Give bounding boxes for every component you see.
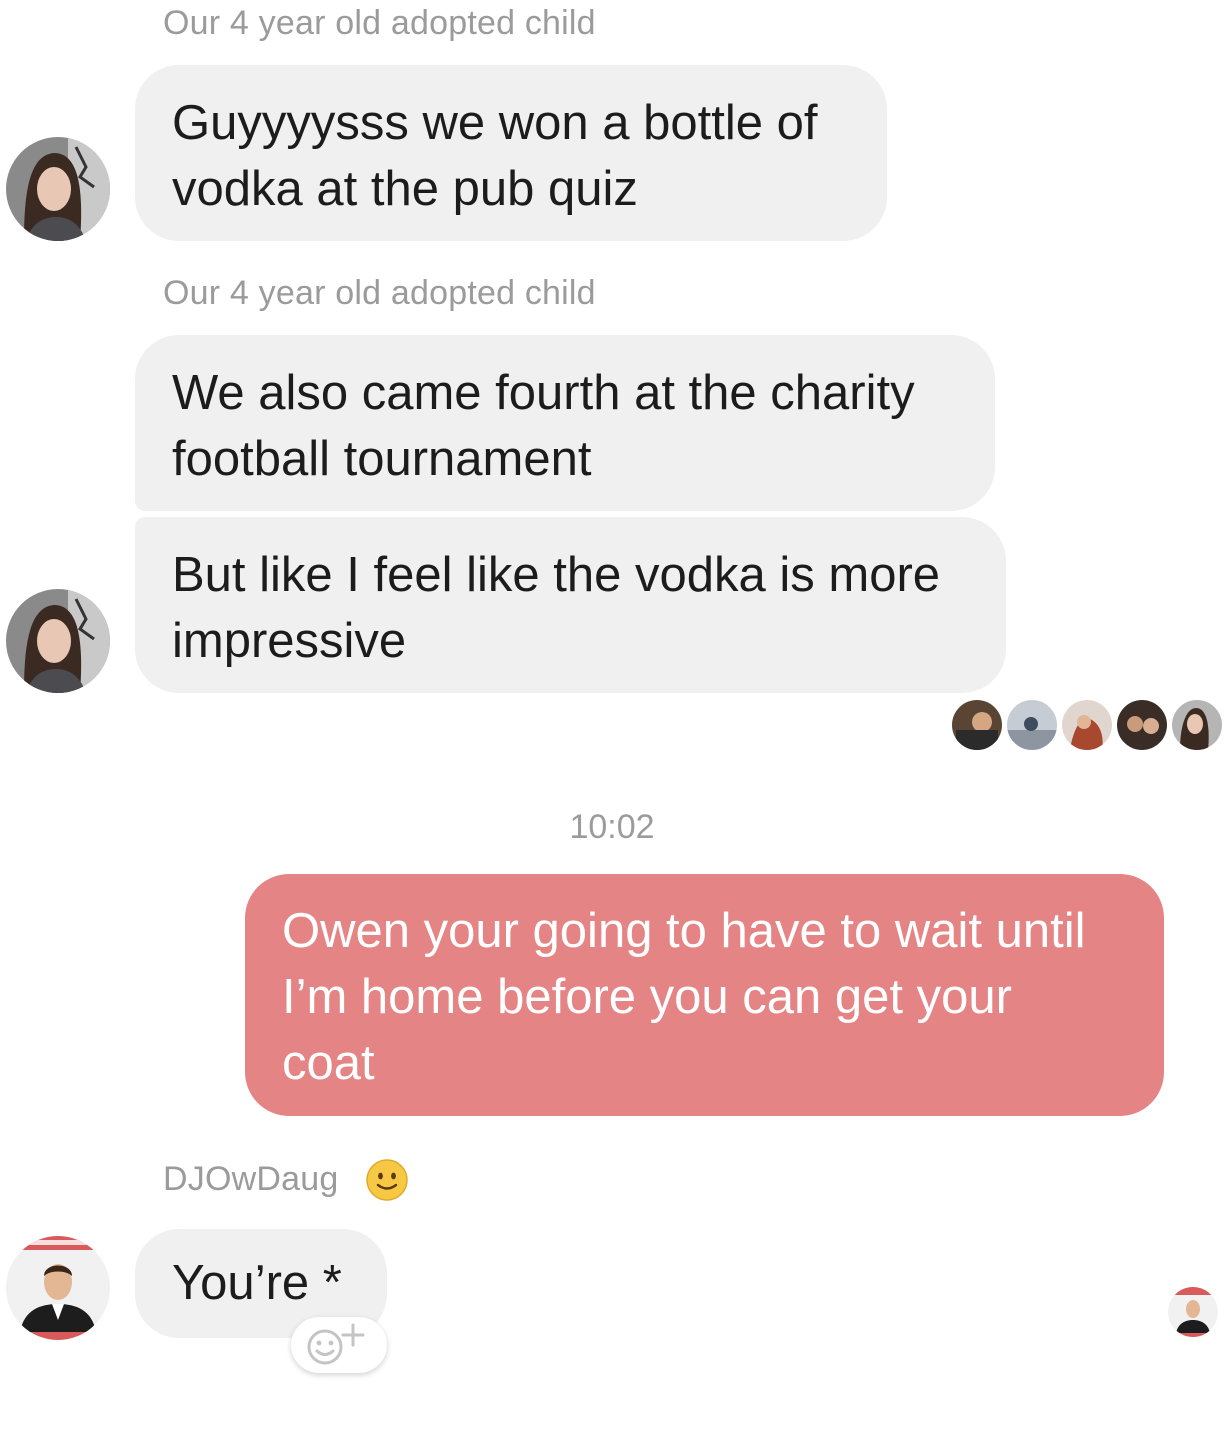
message-line: impressive — [172, 614, 407, 668]
sender-name: DJOwDaug — [163, 1160, 339, 1198]
read-receipt-avatar — [1117, 700, 1167, 750]
message-line: I’m home before you can get your — [282, 970, 1012, 1024]
sender-name: Our 4 year old adopted child — [163, 4, 596, 42]
timestamp: 10:02 — [569, 808, 655, 846]
sender-avatar[interactable] — [6, 1236, 110, 1340]
read-receipt-avatar — [1168, 1287, 1218, 1337]
message-line: You’re * — [172, 1256, 342, 1310]
message-line: Guyyyysss we won a bottle of — [172, 96, 818, 150]
read-receipt-avatar — [1172, 700, 1222, 750]
sender-avatar[interactable] — [6, 137, 110, 241]
sender-avatar[interactable] — [6, 589, 110, 693]
read-receipt-avatar — [1007, 700, 1057, 750]
message-line: But like I feel like the vodka is more — [172, 548, 941, 602]
slightly-smiling-face-icon — [366, 1159, 408, 1201]
add-reaction-icon — [307, 1323, 365, 1365]
message-line: coat — [282, 1036, 375, 1090]
message-line: Owen your going to have to wait until — [282, 904, 1086, 958]
read-receipts — [952, 700, 1222, 750]
add-reaction-button[interactable] — [291, 1317, 387, 1373]
outgoing-message-bubble[interactable]: Owen your going to have to wait until I’… — [245, 874, 1164, 1116]
read-receipt-avatar — [952, 700, 1002, 750]
read-receipt-avatar — [1062, 700, 1112, 750]
message-line: vodka at the pub quiz — [172, 162, 638, 216]
message-bubble[interactable]: But like I feel like the vodka is more i… — [135, 517, 1006, 693]
message-line: We also came fourth at the charity — [172, 366, 915, 420]
message-bubble[interactable]: Guyyyysss we won a bottle of vodka at th… — [135, 65, 887, 241]
sender-name: Our 4 year old adopted child — [163, 274, 596, 312]
message-bubble[interactable]: We also came fourth at the charity footb… — [135, 335, 995, 511]
message-line: football tournament — [172, 432, 592, 486]
